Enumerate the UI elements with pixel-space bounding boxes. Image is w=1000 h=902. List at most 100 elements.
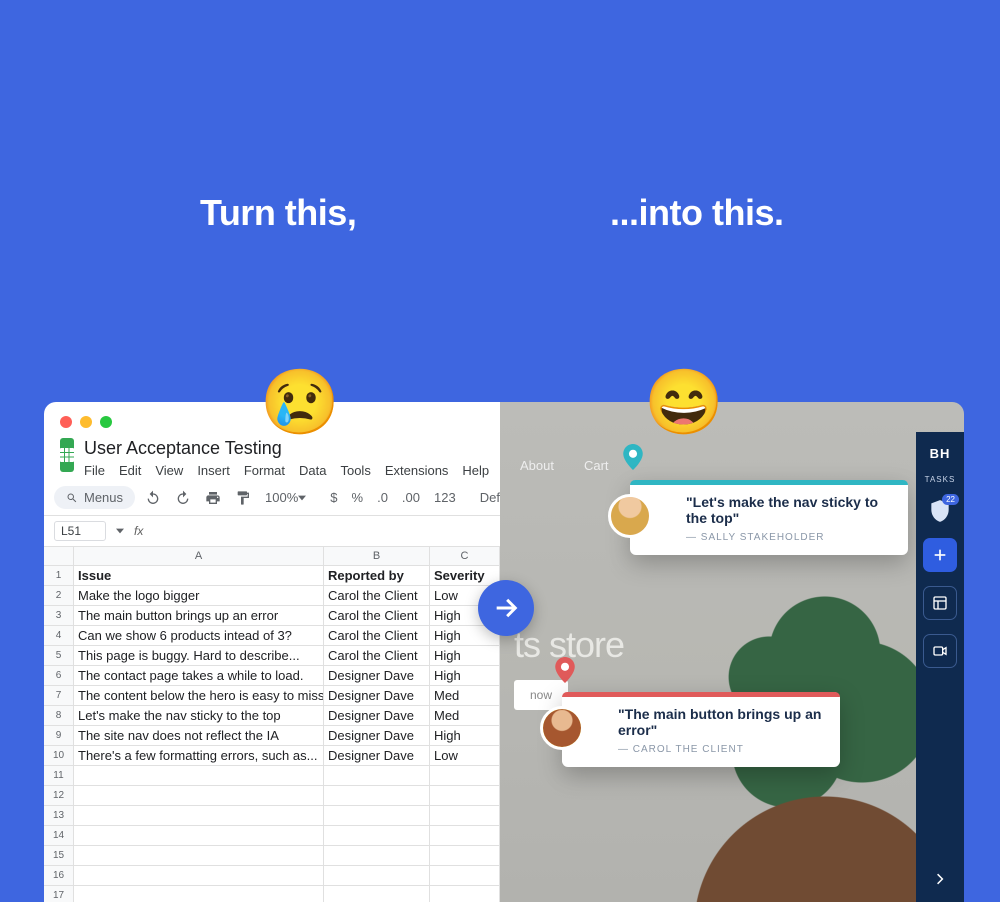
undo-icon[interactable] [141, 488, 165, 508]
row-number[interactable]: 15 [44, 846, 74, 865]
cell-issue[interactable] [74, 786, 324, 805]
row-number[interactable]: 14 [44, 826, 74, 845]
col-header-c[interactable]: C [430, 547, 500, 565]
row-number[interactable]: 8 [44, 706, 74, 725]
cell-issue[interactable] [74, 826, 324, 845]
cell-reporter[interactable]: Reported by [324, 566, 430, 585]
feedback-card-1[interactable]: "Let's make the nav sticky to the top" —… [630, 480, 908, 555]
brand-logo[interactable]: BH [930, 446, 951, 461]
shield-icon[interactable]: 22 [927, 498, 953, 524]
menu-insert[interactable]: Insert [197, 463, 230, 478]
cell-issue[interactable] [74, 846, 324, 865]
layout-button[interactable] [923, 586, 957, 620]
cell-reporter[interactable] [324, 786, 430, 805]
caret-down-icon[interactable] [116, 527, 124, 535]
cell-severity[interactable]: High [430, 726, 500, 745]
cell-reporter[interactable] [324, 806, 430, 825]
print-icon[interactable] [201, 488, 225, 508]
cell-severity[interactable]: High [430, 646, 500, 665]
row-number[interactable]: 7 [44, 686, 74, 705]
cell-reporter[interactable]: Designer Dave [324, 666, 430, 685]
cell-reporter[interactable]: Designer Dave [324, 726, 430, 745]
cell-severity[interactable]: Med [430, 706, 500, 725]
pin-teal-icon[interactable] [623, 444, 643, 470]
row-number[interactable]: 2 [44, 586, 74, 605]
menus-button[interactable]: Menus [54, 486, 135, 509]
font-select[interactable]: Defaul... [476, 488, 500, 507]
row-number[interactable]: 1 [44, 566, 74, 585]
menu-data[interactable]: Data [299, 463, 326, 478]
currency-button[interactable]: $ [326, 488, 341, 507]
row-number[interactable]: 6 [44, 666, 74, 685]
cell-issue[interactable]: Make the logo bigger [74, 586, 324, 605]
cell-severity[interactable] [430, 846, 500, 865]
cell-issue[interactable]: The main button brings up an error [74, 606, 324, 625]
menu-edit[interactable]: Edit [119, 463, 141, 478]
add-task-button[interactable] [923, 538, 957, 572]
nav-about[interactable]: About [520, 458, 554, 473]
cell-severity[interactable] [430, 826, 500, 845]
cell-reporter[interactable]: Carol the Client [324, 646, 430, 665]
menu-format[interactable]: Format [244, 463, 285, 478]
cell-severity[interactable] [430, 786, 500, 805]
menu-file[interactable]: File [84, 463, 105, 478]
cell-issue[interactable]: Issue [74, 566, 324, 585]
doc-title[interactable]: User Acceptance Testing [84, 438, 489, 459]
row-number[interactable]: 10 [44, 746, 74, 765]
cell-reporter[interactable] [324, 826, 430, 845]
cell-severity[interactable]: Low [430, 746, 500, 765]
cell-severity[interactable] [430, 766, 500, 785]
close-dot[interactable] [60, 416, 72, 428]
cell-reporter[interactable] [324, 766, 430, 785]
row-number[interactable]: 13 [44, 806, 74, 825]
zoom-select[interactable]: 100% [261, 488, 310, 507]
num-format-button[interactable]: 123 [430, 488, 460, 507]
paint-format-icon[interactable] [231, 488, 255, 508]
nav-cart[interactable]: Cart [584, 458, 609, 473]
cell-severity[interactable]: Med [430, 686, 500, 705]
expand-chevron-icon[interactable] [934, 872, 946, 902]
menu-help[interactable]: Help [462, 463, 489, 478]
cell-issue[interactable]: The site nav does not reflect the IA [74, 726, 324, 745]
cell-issue[interactable] [74, 806, 324, 825]
row-number[interactable]: 3 [44, 606, 74, 625]
cell-issue[interactable]: There's a few formatting errors, such as… [74, 746, 324, 765]
redo-icon[interactable] [171, 488, 195, 508]
row-number[interactable]: 4 [44, 626, 74, 645]
cell-issue[interactable]: This page is buggy. Hard to describe... [74, 646, 324, 665]
minimize-dot[interactable] [80, 416, 92, 428]
cell-severity[interactable]: High [430, 666, 500, 685]
cell-reporter[interactable] [324, 846, 430, 865]
maximize-dot[interactable] [100, 416, 112, 428]
row-number[interactable]: 11 [44, 766, 74, 785]
col-header-a[interactable]: A [74, 547, 324, 565]
cell-reporter[interactable] [324, 866, 430, 885]
menu-view[interactable]: View [155, 463, 183, 478]
cell-reporter[interactable]: Carol the Client [324, 586, 430, 605]
cell-reporter[interactable]: Carol the Client [324, 606, 430, 625]
row-number[interactable]: 16 [44, 866, 74, 885]
percent-button[interactable]: % [348, 488, 368, 507]
select-all-corner[interactable] [44, 547, 74, 565]
dec-decimal-button[interactable]: .0 [373, 488, 392, 507]
inc-decimal-button[interactable]: .00 [398, 488, 424, 507]
cell-issue[interactable]: Can we show 6 products intead of 3? [74, 626, 324, 645]
pin-red-icon[interactable] [555, 657, 575, 683]
cell-issue[interactable]: The content below the hero is easy to mi… [74, 686, 324, 705]
row-number[interactable]: 12 [44, 786, 74, 805]
col-header-b[interactable]: B [324, 547, 430, 565]
cell-issue[interactable] [74, 866, 324, 885]
video-button[interactable] [923, 634, 957, 668]
cell-issue[interactable]: Let's make the nav sticky to the top [74, 706, 324, 725]
menu-tools[interactable]: Tools [340, 463, 370, 478]
cell-severity[interactable] [430, 806, 500, 825]
row-number[interactable]: 9 [44, 726, 74, 745]
cell-reporter[interactable]: Designer Dave [324, 706, 430, 725]
name-box[interactable]: L51 [54, 521, 106, 541]
feedback-card-2[interactable]: "The main button brings up an error" — C… [562, 692, 840, 767]
cell-issue[interactable] [74, 766, 324, 785]
cell-reporter[interactable]: Designer Dave [324, 746, 430, 765]
menu-extensions[interactable]: Extensions [385, 463, 449, 478]
cell-issue[interactable]: The contact page takes a while to load. [74, 666, 324, 685]
cell-severity[interactable] [430, 866, 500, 885]
